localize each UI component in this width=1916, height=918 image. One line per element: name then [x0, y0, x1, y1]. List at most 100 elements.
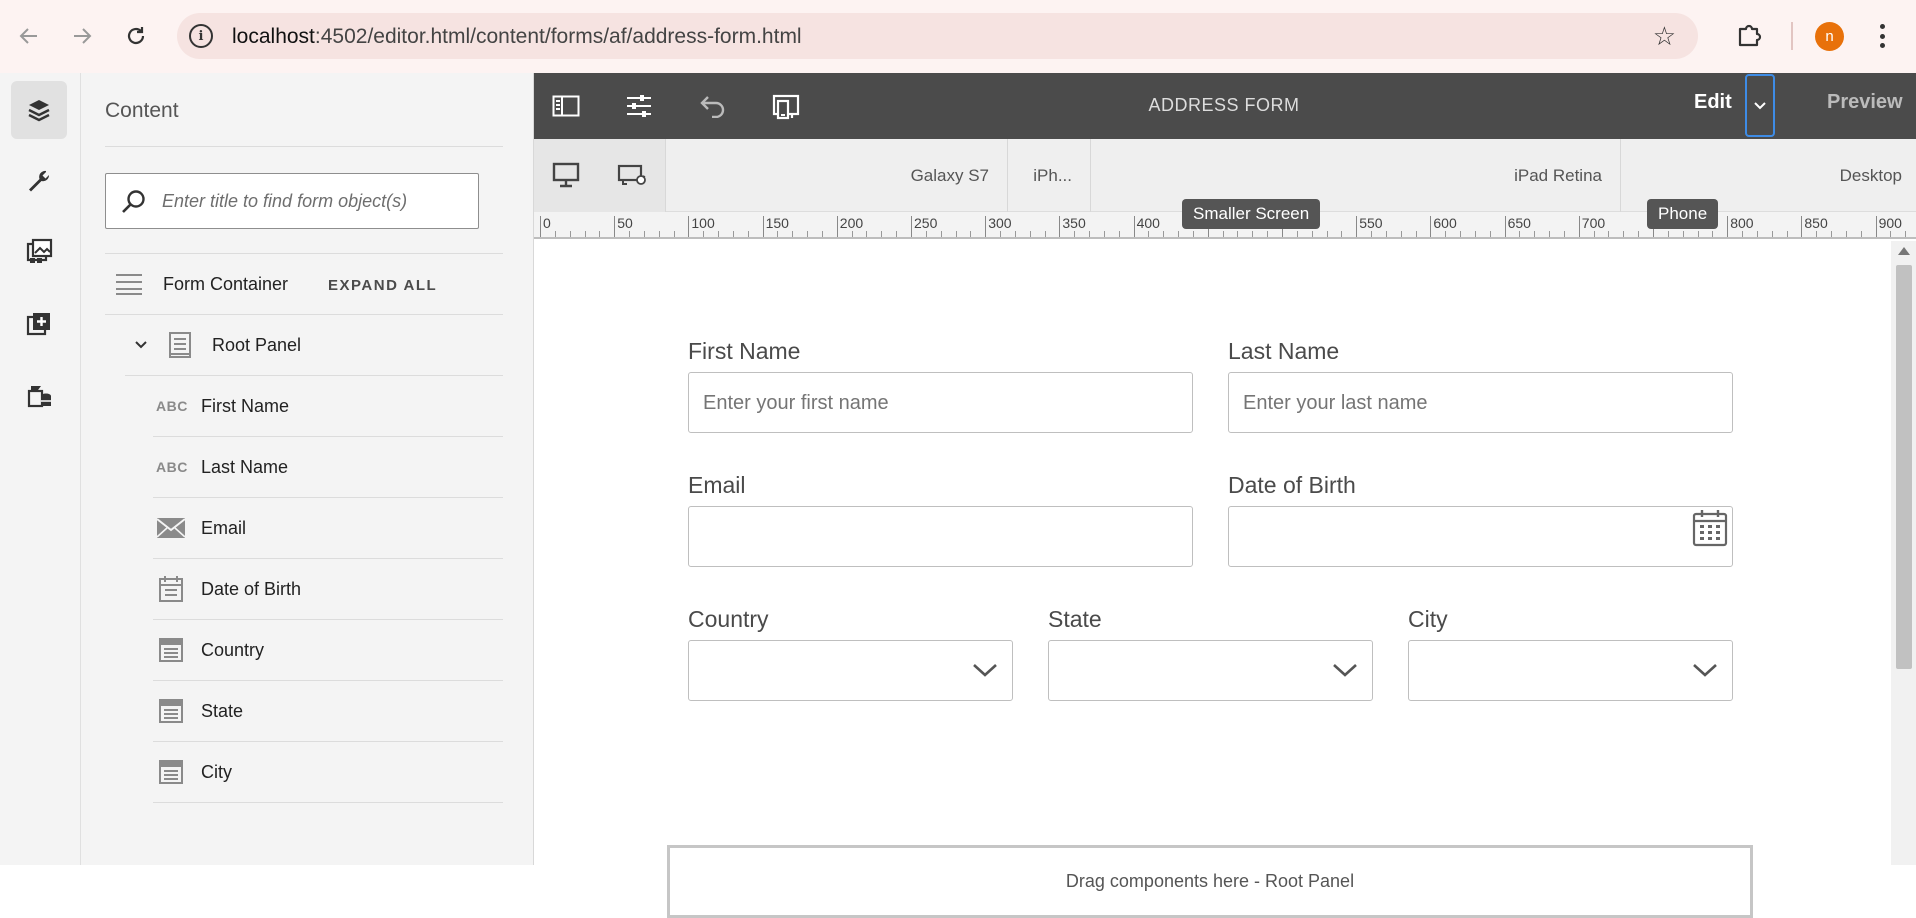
country-select[interactable] [688, 640, 1013, 701]
ruler-label: 100 [688, 216, 715, 237]
browser-menu-icon[interactable] [1870, 20, 1894, 52]
ruler-minor-tick [1415, 231, 1417, 237]
ruler-minor-tick [1593, 231, 1595, 237]
side-panel-icon [552, 95, 580, 117]
ruler-minor-tick [777, 231, 779, 237]
desktop-view-button[interactable] [548, 159, 584, 191]
reload-button[interactable] [118, 18, 154, 54]
site-info-icon[interactable]: i [189, 24, 213, 48]
ruler-minor-tick [925, 231, 927, 237]
root-panel-drop-zone[interactable]: Drag components here - Root Panel [667, 845, 1753, 918]
date-of-birth-field[interactable] [1228, 506, 1733, 567]
ruler-label: 550 [1356, 216, 1383, 237]
emulator-button[interactable] [766, 86, 806, 126]
ruler-minor-tick [1163, 231, 1165, 237]
tree-item-label: State [201, 700, 244, 721]
url-text[interactable]: localhost:4502/editor.html/content/forms… [232, 25, 802, 49]
bookmark-star-icon[interactable]: ☆ [1653, 21, 1676, 52]
text-field-icon: ABC [156, 459, 188, 475]
device-ipad-retina[interactable]: iPad Retina [1092, 139, 1621, 212]
ruler-label: 350 [1059, 216, 1086, 237]
ruler-minor-tick [821, 231, 823, 237]
last-name-field[interactable]: Enter your last name [1228, 372, 1733, 433]
expand-all-button[interactable]: EXPAND ALL [328, 277, 437, 294]
tree-item-state[interactable]: State [153, 681, 503, 741]
ruler-minor-tick [1682, 231, 1684, 237]
tree-item-form-container[interactable]: Form Container [105, 254, 503, 314]
device-galaxy-s7[interactable]: Galaxy S7 [667, 139, 1008, 212]
toolbar-separator [1791, 22, 1793, 50]
edit-mode-button[interactable]: Edit [1694, 91, 1732, 114]
tree-item-first-name[interactable]: ABC First Name [153, 376, 503, 436]
email-field[interactable] [688, 506, 1193, 567]
first-name-field[interactable]: Enter your first name [688, 372, 1193, 433]
tree-item-city[interactable]: City [153, 742, 503, 802]
ruler-minor-tick [643, 231, 645, 237]
ruler-label: 650 [1504, 216, 1531, 237]
calendar-icon[interactable] [1691, 508, 1729, 548]
ruler-minor-tick [1460, 231, 1462, 237]
tree-item-date-of-birth[interactable]: Date of Birth [153, 559, 503, 619]
profile-avatar[interactable]: n [1815, 22, 1844, 51]
ruler-minor-tick [1311, 231, 1313, 237]
email-icon [156, 518, 186, 538]
forward-button[interactable] [64, 18, 100, 54]
address-bar[interactable]: i localhost:4502/editor.html/content/for… [177, 13, 1698, 59]
tooltip-phone: Phone [1647, 199, 1719, 229]
form-object-search[interactable] [105, 173, 479, 229]
tree-item-country[interactable]: Country [153, 620, 503, 680]
ruler-minor-tick [1148, 231, 1150, 237]
extensions-button[interactable] [1734, 20, 1764, 50]
search-input[interactable] [162, 184, 462, 218]
city-select[interactable] [1408, 640, 1733, 701]
ruler-minor-tick [1237, 231, 1239, 237]
ruler-minor-tick [1341, 231, 1343, 237]
scroll-thumb[interactable] [1896, 265, 1912, 669]
tree-item-email[interactable]: Email [153, 498, 503, 558]
rotate-device-button[interactable] [614, 159, 650, 191]
ruler-minor-tick [732, 231, 734, 237]
toggle-side-panel-button[interactable] [546, 86, 586, 126]
content-tree-button[interactable] [11, 81, 67, 139]
properties-button[interactable] [11, 152, 67, 210]
first-name-label: First Name [688, 338, 801, 364]
ruler-minor-tick [851, 231, 853, 237]
ruler-minor-tick [1400, 231, 1402, 237]
assets-button[interactable] [11, 223, 67, 281]
state-select[interactable] [1048, 640, 1373, 701]
add-component-icon [26, 313, 50, 336]
tree-item-label: Root Panel [212, 334, 302, 355]
ruler-minor-tick [1267, 231, 1269, 237]
scroll-up-arrow-icon[interactable] [1898, 247, 1910, 255]
canvas-scrollbar[interactable] [1891, 241, 1916, 865]
undo-button[interactable] [692, 86, 732, 126]
ruler-minor-tick [1771, 231, 1773, 237]
page-properties-button[interactable] [619, 86, 659, 126]
tree-item-root-panel[interactable]: Root Panel [125, 315, 503, 375]
ruler-minor-tick [1786, 231, 1788, 237]
components-button[interactable] [11, 295, 67, 353]
ruler-minor-tick [1014, 231, 1016, 237]
preview-button[interactable]: Preview [1827, 91, 1903, 114]
emulator-controls [534, 139, 666, 212]
tree-item-last-name[interactable]: ABC Last Name [153, 437, 503, 497]
ruler-label: 200 [836, 216, 863, 237]
tree-item-label: Last Name [201, 456, 289, 477]
ruler-minor-tick [658, 231, 660, 237]
ruler-minor-tick [1445, 231, 1447, 237]
ruler-minor-tick [970, 231, 972, 237]
ruler-minor-tick [1860, 231, 1862, 237]
ruler-minor-tick [1222, 231, 1224, 237]
device-iphone[interactable]: iPh... [1009, 139, 1091, 212]
back-button[interactable] [11, 18, 47, 54]
country-label: Country [688, 606, 769, 632]
ruler-minor-tick [1103, 231, 1105, 237]
container-icon [116, 274, 142, 295]
email-label: Email [688, 472, 746, 498]
editor-area: ADDRESS FORM Edit Preview Galaxy S7 iPh.… [534, 73, 1916, 918]
undo-icon [700, 96, 725, 118]
mode-dropdown-button[interactable] [1745, 74, 1775, 137]
chevron-down-icon[interactable] [133, 337, 149, 353]
data-sources-button[interactable] [11, 367, 67, 425]
tree-item-label: Date of Birth [201, 578, 302, 599]
